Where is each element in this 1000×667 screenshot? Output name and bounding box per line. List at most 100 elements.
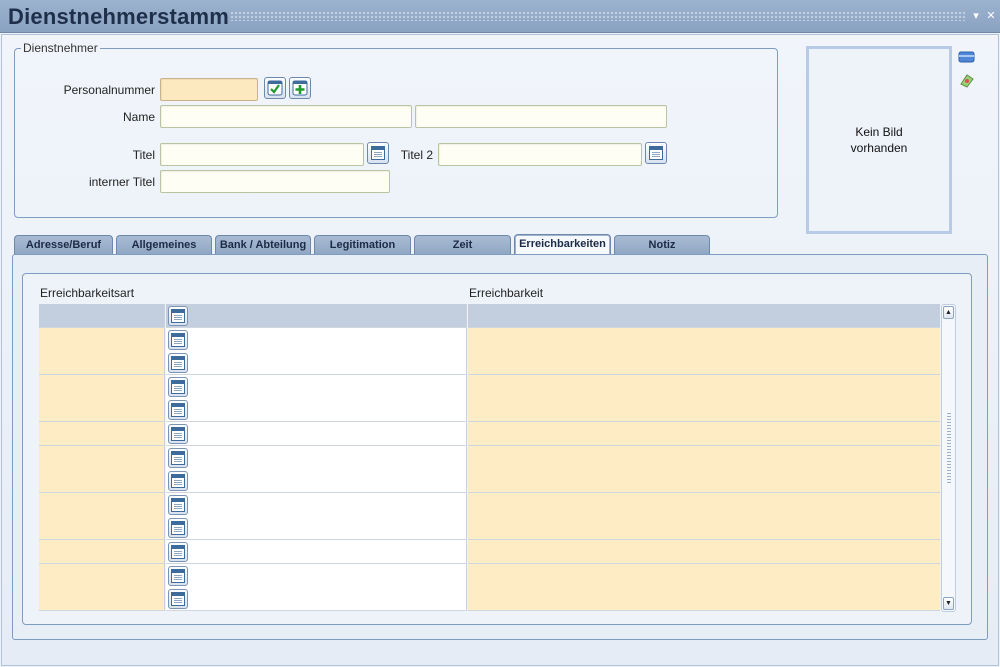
- table-row: [39, 422, 940, 446]
- erreichbarkeitsart-cell[interactable]: [39, 422, 165, 446]
- erreichbarkeitsart-text-cell[interactable]: [190, 304, 467, 328]
- save-icon[interactable]: [958, 50, 975, 64]
- table-row: [39, 492, 940, 517]
- calendar-list-icon: [171, 379, 185, 394]
- erreichbarkeit-cell[interactable]: [468, 398, 940, 423]
- lookup-cell: [166, 492, 190, 517]
- erreichbarkeitsart-text-cell[interactable]: [190, 540, 467, 564]
- add-button[interactable]: [289, 77, 311, 99]
- erreichbarkeit-cell[interactable]: [468, 516, 940, 541]
- erreichbarkeit-cell[interactable]: [468, 445, 940, 470]
- erreichbarkeit-cell[interactable]: [468, 492, 940, 517]
- table-row: [39, 563, 940, 588]
- row-lookup-button[interactable]: [168, 376, 188, 397]
- erreichbarkeit-cell[interactable]: [468, 422, 940, 446]
- tab-allgemeines[interactable]: Allgemeines: [116, 235, 212, 255]
- erreichbarkeit-cell[interactable]: [468, 587, 940, 612]
- erreichbarkeit-cell[interactable]: [468, 540, 940, 564]
- erreichbarkeitsart-cell[interactable]: [39, 587, 165, 612]
- tab-bank-abteilung[interactable]: Bank / Abteilung: [215, 235, 311, 255]
- erreichbarkeitsart-text-cell[interactable]: [190, 327, 467, 352]
- row-lookup-button[interactable]: [168, 589, 188, 610]
- minimize-icon[interactable]: ▾: [970, 10, 982, 22]
- row-lookup-button[interactable]: [168, 471, 188, 492]
- personalnummer-input[interactable]: [160, 78, 258, 101]
- erreichbarkeit-cell[interactable]: [468, 374, 940, 399]
- erreichbarkeitsart-cell[interactable]: [39, 540, 165, 564]
- erreichbarkeitsart-cell[interactable]: [39, 492, 165, 517]
- titel2-label: Titel 2: [400, 148, 433, 162]
- tab-erreichbarkeiten[interactable]: Erreichbarkeiten: [514, 234, 611, 256]
- erreichbarkeitsart-text-cell[interactable]: [190, 445, 467, 470]
- row-lookup-button[interactable]: [168, 494, 188, 515]
- scroll-grip[interactable]: [947, 413, 951, 485]
- erreichbarkeitsart-text-cell[interactable]: [190, 516, 467, 541]
- group-legend: Dienstnehmer: [23, 41, 98, 55]
- scroll-down-arrow[interactable]: ▼: [943, 597, 954, 610]
- photo-placeholder[interactable]: Kein Bild vorhanden: [806, 46, 952, 234]
- row-lookup-button[interactable]: [168, 353, 188, 374]
- row-lookup-button[interactable]: [168, 542, 188, 562]
- name-first-input[interactable]: [160, 105, 412, 128]
- erreichbarkeitsart-text-cell[interactable]: [190, 492, 467, 517]
- lookup-cell: [166, 563, 190, 588]
- erreichbarkeit-cell[interactable]: [468, 469, 940, 494]
- erreichbarkeitsart-cell[interactable]: [39, 516, 165, 541]
- name-second-input[interactable]: [415, 105, 667, 128]
- erreichbarkeitsart-text-cell[interactable]: [190, 587, 467, 612]
- confirm-button[interactable]: [264, 77, 286, 99]
- row-lookup-button[interactable]: [168, 565, 188, 586]
- tab-adresse-beruf[interactable]: Adresse/Beruf: [14, 235, 113, 255]
- row-lookup-button[interactable]: [168, 329, 188, 350]
- titel-input[interactable]: [160, 143, 364, 166]
- erreichbarkeitsart-cell[interactable]: [39, 351, 165, 376]
- erreichbarkeit-cell[interactable]: [468, 304, 940, 328]
- calendar-list-icon: [171, 403, 185, 418]
- erreichbarkeitsart-text-cell[interactable]: [190, 422, 467, 446]
- row-lookup-button[interactable]: [168, 400, 188, 421]
- erreichbarkeitsart-text-cell[interactable]: [190, 398, 467, 423]
- calendar-list-icon: [171, 332, 185, 347]
- titel-lookup-button[interactable]: [367, 142, 389, 164]
- lookup-cell: [166, 374, 190, 399]
- titel2-input[interactable]: [438, 143, 642, 166]
- lookup-cell: [166, 445, 190, 470]
- titel2-lookup-button[interactable]: [645, 142, 667, 164]
- erreichbarkeitsart-cell[interactable]: [39, 563, 165, 588]
- erreichbarkeitsart-text-cell[interactable]: [190, 563, 467, 588]
- erreichbarkeitsart-text-cell[interactable]: [190, 374, 467, 399]
- lookup-cell: [166, 327, 190, 352]
- erreichbarkeitsart-text-cell[interactable]: [190, 351, 467, 376]
- dienstnehmer-group: Dienstnehmer: [14, 41, 778, 218]
- lookup-cell: [166, 540, 190, 564]
- title-bar: Dienstnehmerstamm ▾ ✕: [0, 0, 1000, 33]
- tab-zeit[interactable]: Zeit: [414, 235, 511, 255]
- tab-notiz[interactable]: Notiz: [614, 235, 710, 255]
- erreichbarkeitsart-cell[interactable]: [39, 304, 165, 328]
- grid-scrollbar[interactable]: ▲ ▼: [941, 304, 956, 612]
- picture-icon[interactable]: [958, 74, 975, 88]
- row-lookup-button[interactable]: [168, 518, 188, 539]
- calendar-list-icon: [171, 592, 185, 607]
- row-lookup-button[interactable]: [168, 424, 188, 444]
- scroll-up-arrow[interactable]: ▲: [943, 306, 954, 319]
- window-title: Dienstnehmerstamm: [8, 4, 230, 29]
- erreichbarkeit-cell[interactable]: [468, 327, 940, 352]
- row-lookup-button[interactable]: [168, 447, 188, 468]
- erreichbarkeit-cell[interactable]: [468, 351, 940, 376]
- photo-text-line2: vorhanden: [850, 141, 908, 155]
- calendar-list-icon: [171, 545, 185, 559]
- interner-titel-label: interner Titel: [88, 175, 155, 189]
- erreichbarkeitsart-cell[interactable]: [39, 445, 165, 470]
- erreichbarkeitsart-cell[interactable]: [39, 327, 165, 352]
- erreichbarkeitsart-text-cell[interactable]: [190, 469, 467, 494]
- erreichbarkeitsart-cell[interactable]: [39, 398, 165, 423]
- row-lookup-button[interactable]: [168, 306, 188, 326]
- erreichbarkeit-cell[interactable]: [468, 563, 940, 588]
- interner-titel-input[interactable]: [160, 170, 390, 193]
- erreichbarkeitsart-cell[interactable]: [39, 374, 165, 399]
- close-icon[interactable]: ✕: [985, 10, 997, 22]
- check-icon: [267, 80, 283, 96]
- erreichbarkeitsart-cell[interactable]: [39, 469, 165, 494]
- tab-legitimation[interactable]: Legitimation: [314, 235, 411, 255]
